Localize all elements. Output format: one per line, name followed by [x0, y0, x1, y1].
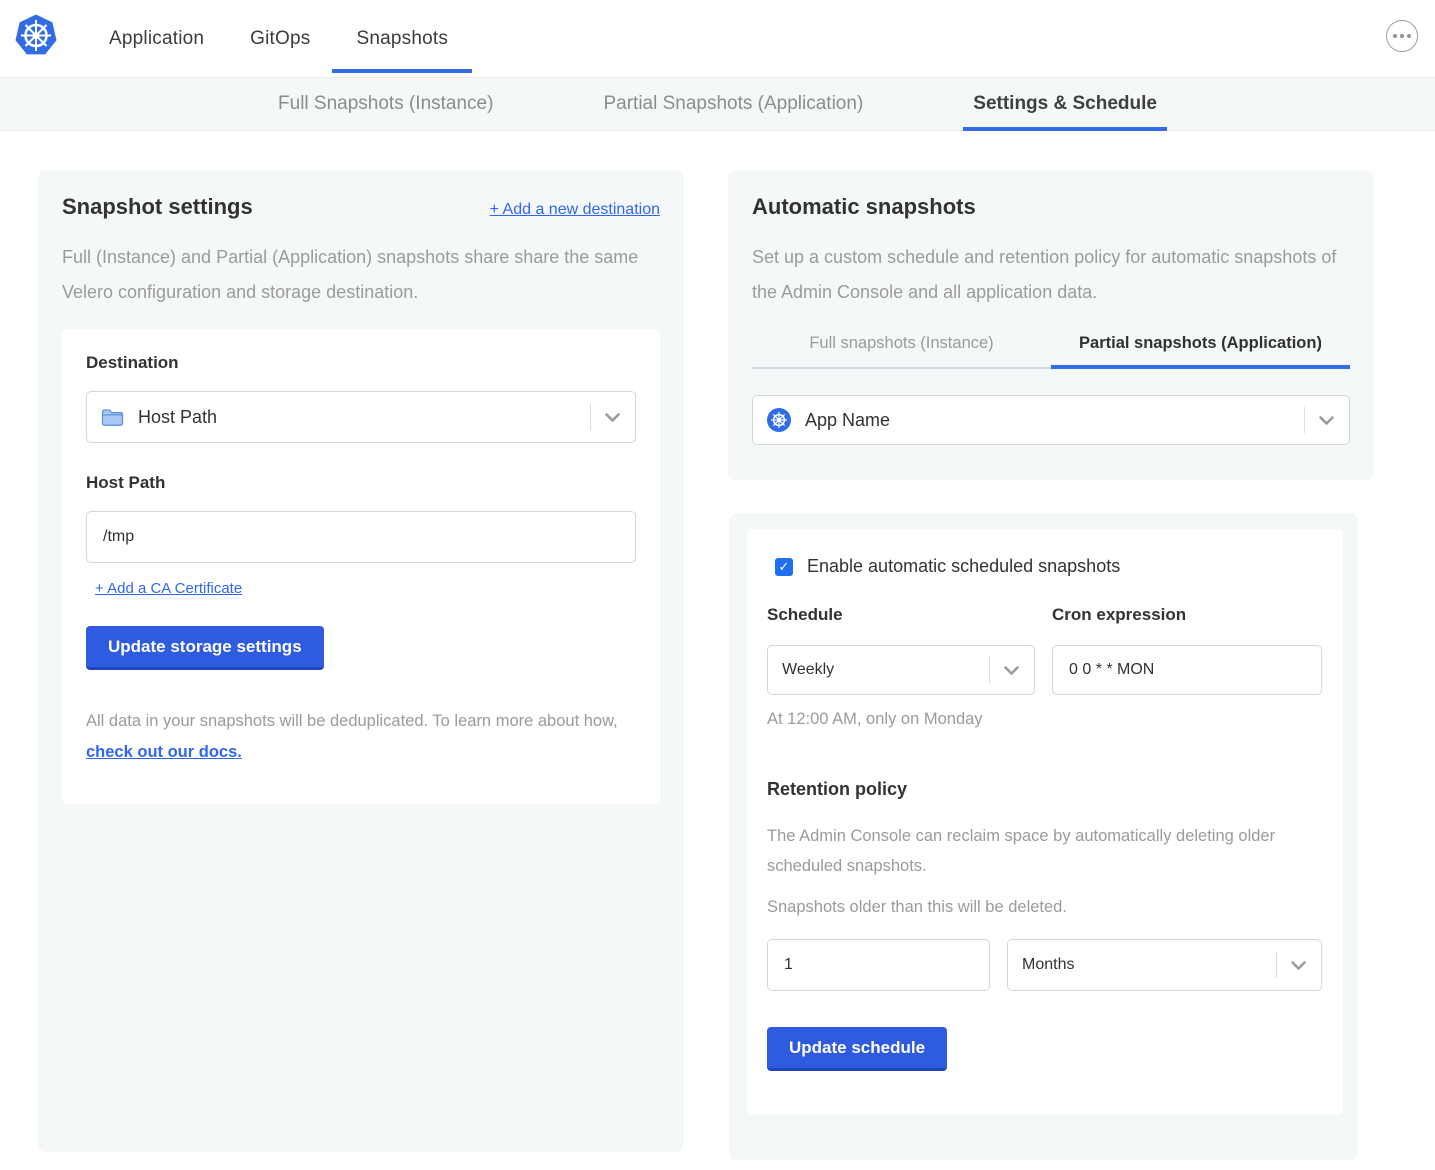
retention-amount-input[interactable] [767, 939, 990, 991]
cron-expression-label: Cron expression [1052, 605, 1322, 625]
automatic-snapshots-description: Set up a custom schedule and retention p… [752, 240, 1342, 310]
nav-item-snapshots[interactable]: Snapshots [354, 0, 450, 77]
dedup-note: All data in your snapshots will be dedup… [86, 706, 636, 768]
nav-item-application[interactable]: Application [107, 0, 206, 77]
top-header: Application GitOps Snapshots [0, 0, 1435, 77]
automatic-snapshots-panel: Automatic snapshots Set up a custom sche… [728, 170, 1374, 480]
divider [1304, 407, 1305, 433]
app-kubernetes-icon [767, 408, 791, 432]
enable-snapshots-checkbox[interactable]: ✓ [775, 558, 793, 576]
destination-value: Host Path [138, 407, 590, 428]
divider [1276, 952, 1277, 978]
snapshot-type-tabs: Full snapshots (Instance) Partial snapsh… [752, 334, 1350, 369]
host-path-label: Host Path [86, 473, 636, 493]
destination-label: Destination [86, 353, 636, 373]
tab-full-snapshots-instance[interactable]: Full snapshots (Instance) [752, 334, 1051, 369]
nav-item-gitops[interactable]: GitOps [248, 0, 312, 77]
schedule-interval-value: Weekly [782, 661, 989, 679]
retention-policy-title: Retention policy [767, 779, 1323, 800]
tab-partial-snapshots[interactable]: Partial Snapshots (Application) [593, 78, 873, 130]
automatic-snapshots-title: Automatic snapshots [752, 194, 1350, 220]
chevron-down-icon [1003, 665, 1020, 676]
app-select-value: App Name [805, 410, 1304, 431]
host-path-input[interactable] [86, 511, 636, 563]
add-destination-link[interactable]: + Add a new destination [490, 201, 660, 219]
update-schedule-button[interactable]: Update schedule [767, 1027, 947, 1071]
dedup-text: All data in your snapshots will be dedup… [86, 712, 618, 730]
schedule-label: Schedule [767, 605, 1035, 625]
chevron-down-icon [604, 412, 621, 423]
retention-unit-value: Months [1022, 956, 1276, 974]
storage-settings-card: Destination Host Path Host Path + Add a … [62, 329, 660, 804]
snapshot-settings-title: Snapshot settings [62, 194, 253, 220]
cron-readable-text: At 12:00 AM, only on Monday [767, 710, 1035, 729]
folder-icon [101, 408, 124, 427]
primary-nav: Application GitOps Snapshots [107, 0, 450, 77]
ellipsis-menu-icon[interactable] [1386, 20, 1418, 52]
checkmark-icon: ✓ [779, 560, 790, 573]
schedule-panel: ✓ Enable automatic scheduled snapshots S… [729, 513, 1358, 1160]
cron-expression-input[interactable] [1052, 645, 1322, 695]
update-storage-settings-button[interactable]: Update storage settings [86, 626, 324, 670]
divider [989, 657, 990, 683]
tab-full-snapshots[interactable]: Full Snapshots (Instance) [268, 78, 503, 130]
enable-snapshots-label: Enable automatic scheduled snapshots [807, 556, 1120, 577]
docs-link[interactable]: check out our docs. [86, 743, 242, 761]
destination-select[interactable]: Host Path [86, 391, 636, 443]
schedule-card: ✓ Enable automatic scheduled snapshots S… [747, 529, 1343, 1115]
chevron-down-icon [1290, 960, 1307, 971]
retention-unit-select[interactable]: Months [1007, 939, 1322, 991]
divider [590, 404, 591, 430]
add-ca-certificate-link[interactable]: + Add a CA Certificate [95, 580, 242, 597]
chevron-down-icon [1318, 415, 1335, 426]
retention-hint: Snapshots older than this will be delete… [767, 898, 1323, 917]
tab-settings-schedule[interactable]: Settings & Schedule [963, 78, 1167, 130]
snapshot-settings-description: Full (Instance) and Partial (Application… [62, 240, 652, 310]
kubernetes-logo-icon [14, 13, 58, 59]
app-select[interactable]: App Name [752, 395, 1350, 445]
snapshot-settings-panel: Snapshot settings + Add a new destinatio… [38, 170, 684, 1152]
tab-partial-snapshots-application[interactable]: Partial snapshots (Application) [1051, 334, 1350, 369]
schedule-interval-select[interactable]: Weekly [767, 645, 1035, 695]
retention-policy-description: The Admin Console can reclaim space by a… [767, 821, 1297, 881]
snapshots-subnav: Full Snapshots (Instance) Partial Snapsh… [0, 77, 1435, 131]
